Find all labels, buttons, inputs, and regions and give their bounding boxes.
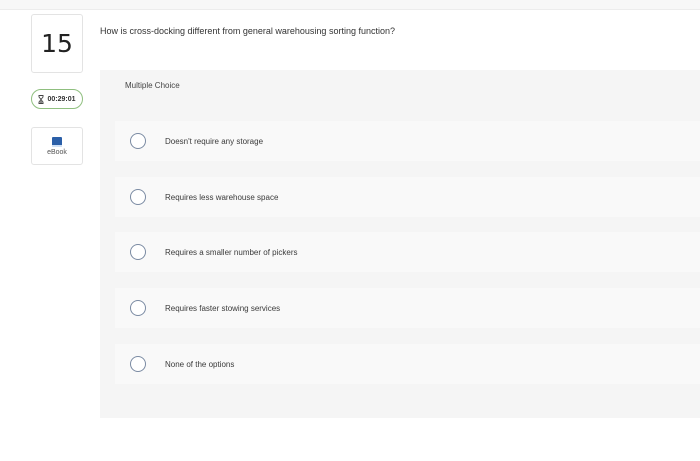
radio-button[interactable]	[130, 300, 146, 316]
question-type-label: Multiple Choice	[125, 81, 180, 90]
answer-option-label: Requires faster stowing services	[165, 303, 281, 313]
radio-button[interactable]	[130, 244, 146, 260]
answer-option[interactable]: None of the options	[115, 344, 700, 384]
answer-option-label: Requires less warehouse space	[165, 192, 279, 202]
hourglass-icon	[38, 94, 44, 104]
answer-option[interactable]: Requires a smaller number of pickers	[115, 232, 700, 272]
answer-panel: Multiple Choice Doesn't require any stor…	[100, 70, 700, 418]
book-icon	[52, 136, 62, 147]
top-bar	[0, 0, 700, 10]
ebook-label: eBook	[47, 148, 67, 156]
timer-value: 00:29:01	[47, 95, 76, 103]
question-number: 15	[31, 14, 83, 73]
answer-option-label: Requires a smaller number of pickers	[165, 247, 298, 257]
ebook-button[interactable]: eBook	[31, 127, 83, 165]
radio-button[interactable]	[130, 189, 146, 205]
answer-option[interactable]: Requires faster stowing services	[115, 288, 700, 328]
answer-option-label: Doesn't require any storage	[165, 136, 264, 146]
radio-button[interactable]	[130, 133, 146, 149]
radio-button[interactable]	[130, 356, 146, 372]
timer-badge[interactable]: 00:29:01	[31, 89, 83, 109]
question-text: How is cross-docking different from gene…	[100, 26, 395, 36]
answer-option[interactable]: Doesn't require any storage	[115, 121, 700, 161]
answer-option[interactable]: Requires less warehouse space	[115, 177, 700, 217]
answer-option-label: None of the options	[165, 359, 235, 369]
